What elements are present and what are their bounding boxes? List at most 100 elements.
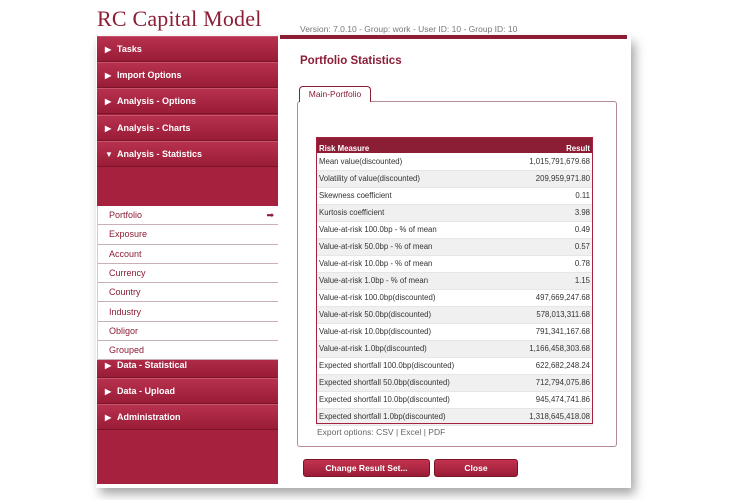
- sidebar-item-import-options[interactable]: ▶ Import Options: [97, 62, 278, 88]
- tab-main-portfolio[interactable]: Main-Portfolio: [299, 86, 371, 102]
- table-row: Value-at-risk 50.0bp - % of mean 0.57: [316, 238, 593, 256]
- result-cell: 578,013,311.68: [504, 306, 593, 324]
- caret-right-icon: ▶: [105, 44, 112, 54]
- sidebar-item-label: Tasks: [117, 44, 142, 54]
- caret-right-icon: ▶: [105, 70, 112, 80]
- submenu-item-currency[interactable]: Currency: [98, 264, 278, 284]
- submenu-item-label: Currency: [109, 268, 146, 279]
- sidebar-item-label: Analysis - Charts: [117, 123, 191, 133]
- table-row: Skewness coefficient 0.11: [316, 187, 593, 205]
- submenu-item-portfolio[interactable]: Portfolio ➡: [98, 206, 278, 226]
- sidebar-item-data-upload[interactable]: ▶ Data - Upload: [97, 378, 278, 404]
- sidebar-item-analysis-options[interactable]: ▶ Analysis - Options: [97, 88, 278, 114]
- table-row: Expected shortfall 50.0bp(discounted) 712…: [316, 374, 593, 392]
- result-cell: 1,166,458,303.68: [504, 340, 593, 358]
- result-cell: 0.57: [504, 238, 593, 256]
- sidebar-item-analysis-statistics[interactable]: ▼ Analysis - Statistics: [97, 141, 278, 167]
- submenu-item-label: Grouped: [109, 345, 145, 356]
- sidebar: ▶ Tasks ▶ Import Options ▶ Analysis - Options…: [97, 36, 278, 484]
- table-row: Mean value(discounted) 1,015,791,679.68: [316, 153, 593, 171]
- risk-measure-cell: Expected shortfall 10.0bp(discounted): [316, 391, 505, 409]
- sidebar-item-analysis-charts[interactable]: ▶ Analysis - Charts: [97, 115, 278, 141]
- export-options: Export options: CSV | Excel | PDF: [317, 427, 446, 437]
- submenu-item-country[interactable]: Country: [98, 283, 278, 303]
- arrow-right-icon: ➡: [266, 210, 274, 220]
- risk-measure-cell: Kurtosis coefficient: [316, 204, 505, 222]
- caret-right-icon: ▶: [105, 412, 112, 422]
- risk-measure-cell: Volatility of value(discounted): [316, 170, 505, 188]
- table-row: Value-at-risk 100.0bp(discounted) 497,669…: [316, 289, 593, 307]
- table-row: Kurtosis coefficient 3.98: [316, 204, 593, 222]
- risk-measure-cell: Value-at-risk 1.0bp - % of mean: [316, 272, 505, 290]
- statistics-table: Risk Measure Result Mean value(discounte…: [316, 137, 593, 426]
- table-row: Expected shortfall 1.0bp(discounted) 1,31…: [316, 408, 593, 426]
- submenu-item-label: Account: [109, 248, 142, 259]
- result-cell: 0.11: [504, 187, 593, 205]
- change-result-set-button[interactable]: Change Result Set...: [303, 459, 430, 477]
- table-row: Expected shortfall 10.0bp(discounted) 945…: [316, 391, 593, 409]
- page-title: Portfolio Statistics: [300, 55, 402, 67]
- app-logo: RC Capital Model: [97, 6, 262, 31]
- result-cell: 945,474,741.86: [504, 391, 593, 409]
- result-cell: 712,794,075.86: [504, 374, 593, 392]
- column-header-result: Result: [504, 137, 593, 153]
- risk-measure-cell: Value-at-risk 50.0bp(discounted): [316, 306, 505, 324]
- sidebar-item-label: Data - Upload: [117, 386, 176, 396]
- risk-measure-cell: Value-at-risk 10.0bp(discounted): [316, 323, 505, 341]
- risk-measure-cell: Value-at-risk 50.0bp - % of mean: [316, 238, 505, 256]
- risk-measure-cell: Value-at-risk 100.0bp(discounted): [316, 289, 505, 307]
- submenu-item-label: Country: [109, 287, 141, 298]
- sidebar-item-label: Import Options: [117, 70, 182, 80]
- caret-right-icon: ▶: [105, 386, 112, 396]
- app-root: RC Capital Model Version: 7.0.10 - Group…: [0, 0, 737, 500]
- result-cell: 791,341,167.68: [504, 323, 593, 341]
- close-button[interactable]: Close: [434, 459, 518, 477]
- submenu-item-label: Industry: [109, 306, 142, 317]
- table-row: Value-at-risk 1.0bp(discounted) 1,166,458…: [316, 340, 593, 358]
- submenu-item-label: Obligor: [109, 325, 139, 336]
- result-cell: 1,015,791,679.68: [504, 153, 593, 171]
- result-cell: 497,669,247.68: [504, 289, 593, 307]
- submenu-item-industry[interactable]: Industry: [98, 302, 278, 322]
- risk-measure-cell: Value-at-risk 100.0bp - % of mean: [316, 221, 505, 239]
- risk-measure-cell: Value-at-risk 10.0bp - % of mean: [316, 255, 505, 273]
- result-cell: 1,318,645,418.08: [504, 408, 593, 426]
- risk-measure-cell: Expected shortfall 50.0bp(discounted): [316, 374, 505, 392]
- export-csv-link[interactable]: CSV: [376, 427, 393, 437]
- sidebar-item-label: Administration: [117, 412, 181, 422]
- sidebar-item-label: Analysis - Options: [117, 96, 197, 106]
- submenu-item-grouped[interactable]: Grouped: [98, 341, 278, 361]
- submenu-item-account[interactable]: Account: [98, 245, 278, 264]
- submenu-item-label: Portfolio: [109, 210, 143, 221]
- sidebar-item-label: Data - Statistical: [117, 360, 188, 370]
- export-excel-link[interactable]: Excel: [401, 427, 422, 437]
- submenu-item-obligor[interactable]: Obligor: [98, 322, 278, 342]
- caret-down-icon: ▼: [105, 149, 113, 159]
- caret-right-icon: ▶: [105, 123, 112, 133]
- result-cell: 1.15: [504, 272, 593, 290]
- risk-measure-cell: Skewness coefficient: [316, 187, 505, 205]
- table-row: Value-at-risk 10.0bp(discounted) 791,341,…: [316, 323, 593, 341]
- submenu-item-exposure[interactable]: Exposure: [98, 225, 278, 245]
- sidebar-item-label: Analysis - Statistics: [117, 149, 203, 159]
- table-row: Value-at-risk 10.0bp - % of mean 0.78: [316, 255, 593, 273]
- result-cell: 0.49: [504, 221, 593, 239]
- risk-measure-cell: Value-at-risk 1.0bp(discounted): [316, 340, 505, 358]
- version-info: Version: 7.0.10 - Group: work - User ID:…: [300, 24, 518, 34]
- caret-right-icon: ▶: [105, 96, 112, 106]
- statistics-submenu: Portfolio ➡ Exposure Account Currency Country…: [97, 206, 278, 361]
- result-cell: 622,682,248.24: [504, 357, 593, 375]
- sidebar-item-administration[interactable]: ▶ Administration: [97, 404, 278, 430]
- result-cell: 209,959,971.80: [504, 170, 593, 188]
- risk-measure-cell: Expected shortfall 1.0bp(discounted): [316, 408, 505, 426]
- result-cell: 3.98: [504, 204, 593, 222]
- column-header-risk-measure: Risk Measure: [316, 137, 505, 153]
- export-pdf-link[interactable]: PDF: [428, 427, 445, 437]
- header-divider: [280, 35, 627, 39]
- risk-measure-cell: Mean value(discounted): [316, 153, 505, 171]
- sidebar-item-tasks[interactable]: ▶ Tasks: [97, 36, 278, 62]
- result-cell: 0.78: [504, 255, 593, 273]
- table-row: Expected shortfall 100.0bp(discounted) 62…: [316, 357, 593, 375]
- table-row: Volatility of value(discounted) 209,959,9…: [316, 170, 593, 188]
- table-row: Value-at-risk 100.0bp - % of mean 0.49: [316, 221, 593, 239]
